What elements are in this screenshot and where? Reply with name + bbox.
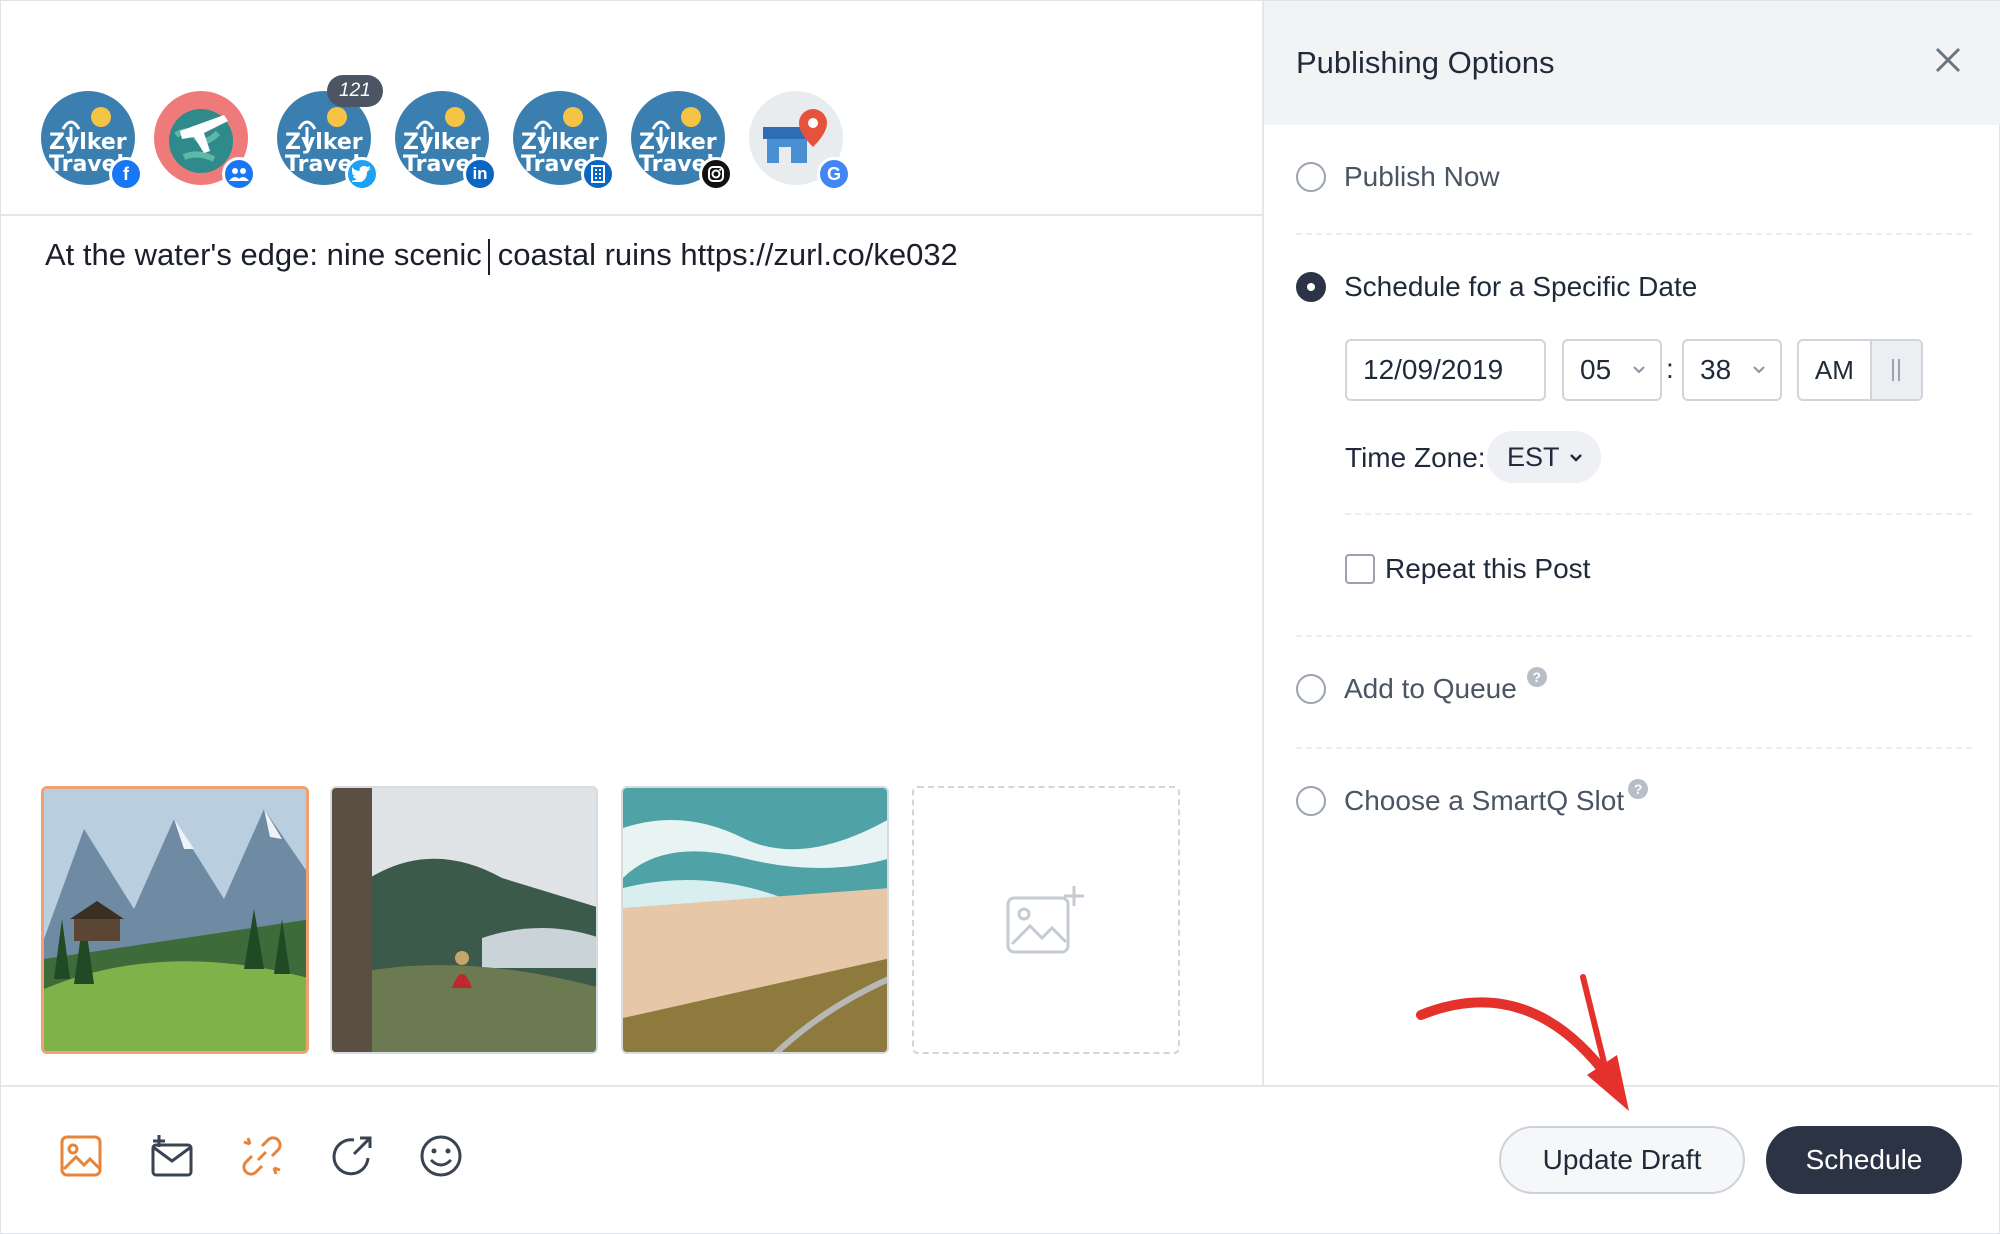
date-value: 12/09/2019 xyxy=(1363,354,1504,385)
link-icon[interactable] xyxy=(237,1131,287,1181)
option-add-to-queue[interactable]: Add to Queue ? xyxy=(1296,667,1547,705)
update-draft-button[interactable]: Update Draft xyxy=(1499,1126,1745,1194)
repeat-post-checkbox[interactable] xyxy=(1345,554,1375,584)
option-schedule-specific-date[interactable]: Schedule for a Specific Date xyxy=(1296,271,1697,303)
divider xyxy=(1296,233,1972,235)
time-separator: : xyxy=(1666,353,1674,384)
annotation-arrow-icon xyxy=(1416,974,1629,1111)
close-icon[interactable] xyxy=(1931,43,1965,77)
schedule-button[interactable]: Schedule xyxy=(1766,1126,1962,1194)
image-icon[interactable] xyxy=(56,1131,106,1181)
building-icon xyxy=(581,157,615,191)
google-icon: G xyxy=(817,157,851,191)
repeat-post-label: Repeat this Post xyxy=(1385,553,1591,584)
post-text-before-cursor: At the water's edge: nine scenic xyxy=(45,237,482,272)
profile-avatar-linkedin[interactable]: Zylker Travel in xyxy=(395,91,497,191)
attach-email-icon[interactable] xyxy=(147,1131,197,1181)
smartq-label: Choose a SmartQ Slot xyxy=(1344,785,1625,816)
am-pm-value: AM xyxy=(1814,354,1854,385)
panel-title: Publishing Options xyxy=(1296,45,1555,80)
profile-avatar-linkedin-page[interactable]: Zylker Travel xyxy=(513,91,615,191)
option-smartq-slot[interactable]: Choose a SmartQ Slot ? xyxy=(1296,779,1649,817)
post-text-editor[interactable]: At the water's edge: nine scenic coastal … xyxy=(45,237,958,275)
media-thumbnail-2[interactable] xyxy=(330,786,598,1054)
aerial-beach-image xyxy=(623,788,887,1052)
group-icon xyxy=(222,157,256,191)
option-publish-now[interactable]: Publish Now xyxy=(1296,161,1500,193)
schedule-radio[interactable] xyxy=(1296,272,1326,302)
timezone-select[interactable]: EST xyxy=(1487,431,1601,483)
hour-value: 05 xyxy=(1580,354,1612,385)
media-thumbnail-1[interactable] xyxy=(41,786,309,1054)
minute-select[interactable]: 38 xyxy=(1682,339,1782,401)
add-image-icon xyxy=(1006,886,1084,954)
profile-avatar-facebook[interactable]: Zylker Travel f xyxy=(41,91,143,191)
panel-header: Publishing Options xyxy=(1264,1,2000,125)
smartq-radio[interactable] xyxy=(1296,786,1326,816)
post-text-after-cursor: coastal ruins https://zurl.co/ke032 xyxy=(497,237,958,272)
twitter-bird-icon xyxy=(345,157,379,191)
emoji-icon[interactable] xyxy=(416,1131,466,1181)
post-count-badge: 121 xyxy=(327,75,383,107)
facebook-icon: f xyxy=(109,157,143,191)
alpine-meadow-image xyxy=(44,789,306,1051)
linkedin-icon: in xyxy=(463,157,497,191)
publish-now-radio[interactable] xyxy=(1296,162,1326,192)
chevron-down-icon xyxy=(1753,366,1765,374)
minute-value: 38 xyxy=(1700,354,1732,385)
publishing-options-panel: Publishing Options Publish Now Schedule … xyxy=(1262,1,2000,1085)
schedule-label: Schedule for a Specific Date xyxy=(1344,271,1698,302)
add-media-button[interactable] xyxy=(912,786,1180,1054)
app-window: Zylker Travel f Zylker Travel Zylker Tra… xyxy=(0,0,2000,1234)
divider xyxy=(1296,635,1972,637)
media-thumbnail-3[interactable] xyxy=(621,786,889,1054)
profile-avatar-facebook-group[interactable] xyxy=(154,91,256,191)
divider xyxy=(1345,513,1972,515)
fjord-cliff-image xyxy=(332,788,596,1052)
date-input[interactable]: 12/09/2019 xyxy=(1345,339,1546,401)
repeat-post-row[interactable]: Repeat this Post xyxy=(1345,553,1590,585)
profile-avatar-instagram[interactable]: Zylker Travel xyxy=(631,91,733,191)
share-icon[interactable] xyxy=(327,1131,377,1181)
help-icon[interactable]: ? xyxy=(1526,667,1547,687)
am-pm-toggle[interactable]: AM xyxy=(1797,339,1923,401)
instagram-icon xyxy=(699,157,733,191)
timezone-label: Time Zone: xyxy=(1345,442,1486,473)
queue-radio[interactable] xyxy=(1296,674,1326,704)
help-icon[interactable]: ? xyxy=(1628,779,1649,799)
profile-avatar-google-business[interactable]: G xyxy=(749,91,851,191)
text-cursor xyxy=(487,238,490,275)
divider xyxy=(1296,747,1972,749)
queue-label: Add to Queue xyxy=(1344,673,1517,704)
hour-select[interactable]: 05 xyxy=(1562,339,1662,401)
post-composer: Zylker Travel f Zylker Travel Zylker Tra… xyxy=(1,1,1262,1085)
profile-selector: Zylker Travel f Zylker Travel Zylker Tra… xyxy=(1,1,1262,216)
publish-now-label: Publish Now xyxy=(1344,161,1500,192)
chevron-down-icon xyxy=(1570,454,1582,462)
toggle-handle[interactable] xyxy=(1869,341,1921,399)
chevron-down-icon xyxy=(1633,366,1645,374)
timezone-value: EST xyxy=(1507,441,1560,472)
